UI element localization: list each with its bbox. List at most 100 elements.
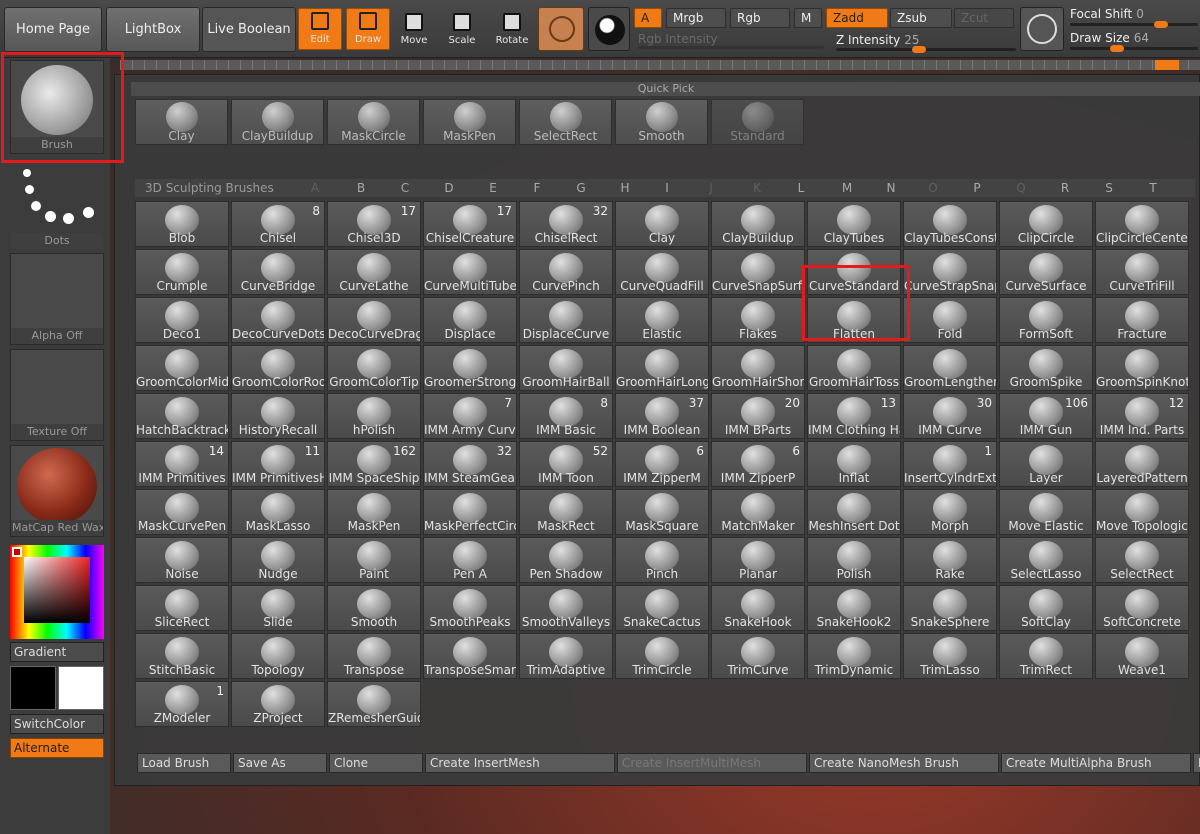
brush-item[interactable]: IMM Toon 52 — [519, 441, 613, 487]
brush-item[interactable]: MeshInsert Dot — [807, 489, 901, 535]
letter-index-o[interactable]: O — [923, 179, 943, 197]
brush-item[interactable]: Smooth — [327, 585, 421, 631]
edit-button[interactable]: Edit — [298, 8, 342, 50]
z-intensity-knob[interactable] — [912, 46, 926, 53]
quick-pick-standard[interactable]: Standard — [711, 99, 804, 145]
brush-item[interactable]: GroomHairBall — [519, 345, 613, 391]
quick-pick-maskcircle[interactable]: MaskCircle — [327, 99, 420, 145]
brush-item[interactable]: CurveMultiTube — [423, 249, 517, 295]
brush-item[interactable]: Rake — [903, 537, 997, 583]
brush-item[interactable]: TrimLasso — [903, 633, 997, 679]
brush-item[interactable]: Planar — [711, 537, 805, 583]
brush-item[interactable]: CurveQuadFill — [615, 249, 709, 295]
brush-item[interactable]: CurveStrapSnap — [903, 249, 997, 295]
focal-shift-slider[interactable] — [1070, 23, 1198, 26]
brush-item[interactable]: ZModeler 1 — [135, 681, 229, 727]
letter-index-p[interactable]: P — [967, 179, 987, 197]
brush-item[interactable]: ClayTubes — [807, 201, 901, 247]
canvas-viewport[interactable]: Quick Pick Clay ClayBuildup MaskCircle Mask… — [110, 58, 1200, 834]
brush-item[interactable]: Weave1 — [1095, 633, 1189, 679]
brush-item[interactable]: ChiselCreature 17 — [423, 201, 517, 247]
brush-item[interactable]: Slide — [231, 585, 325, 631]
rotate-button[interactable]: Rotate — [490, 8, 534, 50]
brush-item[interactable]: HistoryRecall — [231, 393, 325, 439]
brush-item[interactable]: GroomerStrong — [423, 345, 517, 391]
home-page-button[interactable]: Home Page — [4, 7, 102, 52]
brush-item[interactable]: SoftConcrete — [1095, 585, 1189, 631]
quick-pick-clay[interactable]: Clay — [135, 99, 228, 145]
switch-color-button[interactable]: SwitchColor — [10, 714, 104, 734]
brush-item[interactable]: ClayTubesConsta — [903, 201, 997, 247]
brush-item[interactable]: GroomColorMid — [135, 345, 229, 391]
brush-item[interactable]: Topology — [231, 633, 325, 679]
brush-item[interactable]: CurveSurface — [999, 249, 1093, 295]
brush-item[interactable]: IMM Gun 106 — [999, 393, 1093, 439]
brush-item[interactable]: CurveStandard — [807, 249, 901, 295]
letter-index-j[interactable]: J — [701, 179, 721, 197]
brush-item[interactable]: SnakeSphere — [903, 585, 997, 631]
letter-index-f[interactable]: F — [527, 179, 547, 197]
quick-pick-selectrect[interactable]: SelectRect — [519, 99, 612, 145]
brush-item[interactable]: TrimAdaptive — [519, 633, 613, 679]
brush-item[interactable]: Displace — [423, 297, 517, 343]
brush-item[interactable]: IMM SteamGear 32 — [423, 441, 517, 487]
brush-item[interactable]: MatchMaker — [711, 489, 805, 535]
alpha-thumbnail[interactable]: Alpha Off — [10, 253, 104, 345]
brush-item[interactable]: Paint — [327, 537, 421, 583]
letter-index-r[interactable]: R — [1055, 179, 1075, 197]
brush-item[interactable]: Crumple — [135, 249, 229, 295]
letter-index-s[interactable]: S — [1099, 179, 1119, 197]
letter-index-c[interactable]: C — [395, 179, 415, 197]
brush-item[interactable]: CurveLathe — [327, 249, 421, 295]
brush-item[interactable]: ZRemesherGuide — [327, 681, 421, 727]
brush-item[interactable]: IMM PrimitivesH 11 — [231, 441, 325, 487]
rgb-toggle[interactable]: Rgb — [730, 8, 790, 28]
rgb-intensity-slider[interactable] — [638, 46, 824, 49]
brush-item[interactable]: Transpose — [327, 633, 421, 679]
brush-item[interactable]: HatchBacktrack — [135, 393, 229, 439]
brush-item[interactable]: Morph — [903, 489, 997, 535]
action-button-create-insertmultimesh[interactable]: Create InsertMultiMesh — [617, 753, 807, 773]
brush-item[interactable]: GroomSpinKnot — [1095, 345, 1189, 391]
brush-item[interactable]: Chisel 8 — [231, 201, 325, 247]
brush-item[interactable]: TrimRect — [999, 633, 1093, 679]
action-button-create-nanomesh-brush[interactable]: Create NanoMesh Brush — [809, 753, 999, 773]
texture-thumbnail[interactable]: Texture Off — [10, 349, 104, 441]
brush-item[interactable]: TrimDynamic — [807, 633, 901, 679]
brush-item[interactable]: CurveTriFill — [1095, 249, 1189, 295]
color-picker-square[interactable] — [24, 557, 90, 623]
secondary-color-swatch[interactable] — [58, 666, 104, 710]
brush-item[interactable]: GroomColorRoot — [231, 345, 325, 391]
brush-item[interactable]: SnakeCactus — [615, 585, 709, 631]
letter-index-l[interactable]: L — [791, 179, 811, 197]
action-button-load-brush[interactable]: Load Brush — [137, 753, 231, 773]
brush-item[interactable]: IMM ZipperM 6 — [615, 441, 709, 487]
letter-index-g[interactable]: G — [571, 179, 591, 197]
zcut-toggle[interactable]: Zcut — [954, 8, 1014, 28]
brush-item[interactable]: Chisel3D 17 — [327, 201, 421, 247]
brush-item[interactable]: Deco1 — [135, 297, 229, 343]
brush-item[interactable]: Pen Shadow — [519, 537, 613, 583]
letter-index-b[interactable]: B — [351, 179, 371, 197]
brush-item[interactable]: IMM Boolean 37 — [615, 393, 709, 439]
quick-pick-maskpen[interactable]: MaskPen — [423, 99, 516, 145]
letter-index-a[interactable]: A — [305, 179, 325, 197]
brush-item[interactable]: GroomSpike — [999, 345, 1093, 391]
brush-item[interactable]: Polish — [807, 537, 901, 583]
brush-item[interactable]: SoftClay — [999, 585, 1093, 631]
draw-size-slider[interactable] — [1070, 47, 1198, 50]
brush-item[interactable]: ClipCircle — [999, 201, 1093, 247]
stroke-thumbnail[interactable]: Dots — [10, 158, 104, 250]
brush-item[interactable]: SelectRect — [1095, 537, 1189, 583]
brush-item[interactable]: ClipCircleCenter — [1095, 201, 1189, 247]
brush-item[interactable]: Flakes — [711, 297, 805, 343]
letter-index-i[interactable]: I — [657, 179, 677, 197]
brush-item[interactable]: Pinch — [615, 537, 709, 583]
brush-item[interactable]: IMM SpaceShip 162 — [327, 441, 421, 487]
brush-item[interactable]: Move Topologica — [1095, 489, 1189, 535]
brush-item[interactable]: ChiselRect 32 — [519, 201, 613, 247]
brush-item[interactable]: SliceRect — [135, 585, 229, 631]
a-toggle[interactable]: A — [634, 8, 662, 28]
letter-index-h[interactable]: H — [615, 179, 635, 197]
brush-item[interactable]: GroomLengthen — [903, 345, 997, 391]
